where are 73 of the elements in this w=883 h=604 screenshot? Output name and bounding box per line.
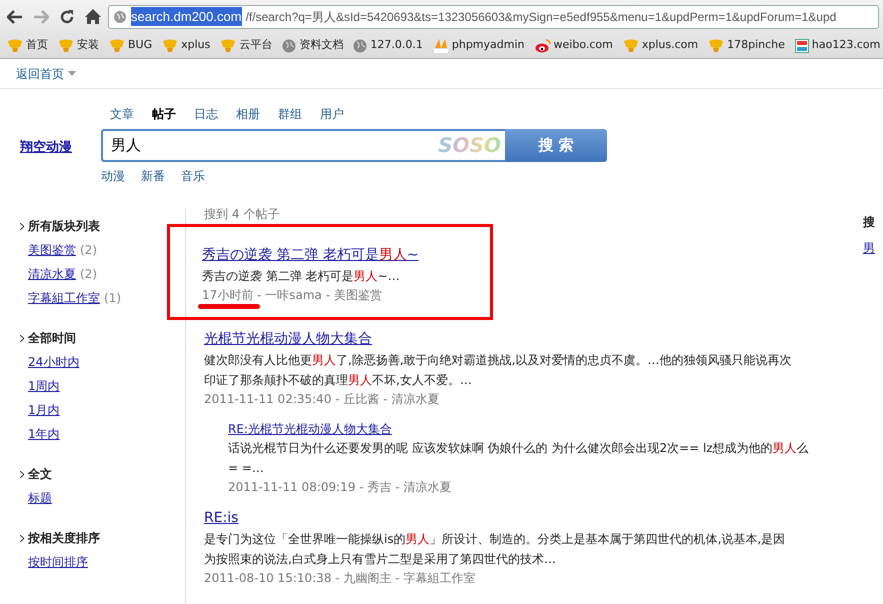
search-tab[interactable]: 用户 (311, 105, 353, 123)
result-snippet: 秀吉の逆袭 第二弹 老朽可是男人~… (202, 268, 401, 285)
bookmark[interactable]: 资料文档 (279, 36, 346, 55)
filter-heading: 所有版块列表 (20, 217, 185, 235)
bookmark[interactable]: hao123.com (792, 36, 883, 55)
chevron-icon (20, 470, 24, 478)
search-tab[interactable]: 帖子 (143, 105, 185, 123)
result-meta: 2011-11-11 02:35:40 - 丘比酱 - 清凉水夏 (204, 391, 440, 408)
item-count: (2) (80, 266, 97, 283)
hat-icon (220, 38, 236, 52)
caret-icon (68, 71, 76, 76)
hat-icon (7, 38, 23, 52)
bookmark[interactable]: 178pinche (705, 36, 788, 55)
globe-icon (353, 38, 368, 52)
site-link[interactable]: 翔空动漫 (20, 140, 72, 155)
item-count: (1) (104, 290, 121, 307)
filter-link[interactable]: 标题 (28, 489, 52, 507)
square-icon (794, 38, 809, 52)
result-snippet: 是专门为这位「全世界唯一能操纵is的男人」所设计、制造的。分类上是基本属于第四世代的机体,说基本,是因为按照束的说法,白式身上只有雪片二型是采用了第四世代的技术… (204, 531, 786, 568)
filter-link[interactable]: 美图鉴赏 (28, 241, 76, 259)
globe-icon (282, 38, 296, 52)
hat-icon (622, 38, 639, 52)
bookmark[interactable]: xplus.com (620, 36, 702, 55)
chevron-icon (20, 222, 24, 230)
search-tab[interactable]: 日志 (185, 105, 227, 123)
bookmark[interactable]: 云平台 (217, 36, 276, 55)
result-meta: 2011-11-11 08:09:19 - 秀吉 - 清凉水夏 (228, 479, 452, 496)
filter-link[interactable]: 字幕組工作室 (28, 289, 100, 307)
result-snippet: 话说光棍节日为什么还要发男的呢 应该发软妹啊 伪娘什么的 为什么健次郎会出现2次== lz想成为他的男人么= =… (228, 440, 810, 477)
filter-link[interactable]: 按时间排序 (28, 553, 88, 571)
address-field[interactable]: search.dm200.com /f/search?q=男人&sId=5420693&ts=1323056603&mySign=e5edf955&menu=1&updPerm=1&updForum=1&upd (108, 4, 879, 28)
hat-icon (58, 38, 74, 52)
bookmark[interactable]: weibo.com (532, 36, 616, 55)
result-meta: 2011-08-10 15:10:38 - 九幽阁主 - 字幕組工作室 (204, 570, 476, 587)
result-title[interactable]: RE:光棍节光棍动漫人物大集合 (228, 422, 392, 436)
globe-icon (113, 10, 127, 24)
hat-icon (162, 38, 178, 52)
chevron-icon (20, 334, 24, 342)
search-button[interactable]: 搜 索 (505, 129, 607, 162)
hat-icon (708, 38, 724, 52)
search-tab[interactable]: 相册 (227, 105, 269, 123)
eye-icon (534, 38, 551, 52)
bookmark[interactable]: 127.0.0.1 (350, 36, 426, 55)
filter-heading: 全部时间 (20, 329, 185, 347)
filter-link[interactable]: 清凉水夏 (28, 265, 76, 283)
result-count: 搜到 4 个帖子 (204, 206, 280, 223)
search-tab[interactable]: 群组 (269, 105, 311, 123)
bookmark[interactable]: 首页 (4, 36, 51, 55)
search-tab[interactable]: 文章 (101, 105, 143, 123)
result-meta: 17小时前 - 一咔sama - 美图鉴赏 (202, 287, 383, 304)
panel-heading: 搜 (863, 214, 876, 231)
result-snippet: 健次郎没有人比他更男人了,除恶扬善,敢于向绝对霸道挑战,以及对爱情的忠贞不虞。…他的独领风骚只能说再次印证了那条颠扑不破的真理男人不坏,女人不爱。… (204, 352, 792, 389)
filter-heading: 全文 (20, 465, 185, 483)
filter-heading: 按相关度排序 (20, 529, 185, 547)
bookmark[interactable]: 安装 (55, 36, 102, 55)
chevron-icon (20, 534, 24, 542)
filter-link[interactable]: 1月内 (28, 401, 60, 419)
hat-icon (109, 38, 125, 52)
back-home-link[interactable]: 返回首页 (16, 64, 76, 82)
bookmark[interactable]: BUG (106, 36, 156, 55)
item-count: (2) (80, 242, 97, 259)
category-link[interactable]: 动漫 (101, 167, 125, 185)
bookmark[interactable]: phpmyadmin (430, 36, 528, 55)
filter-link[interactable]: 24小时内 (28, 353, 80, 371)
filter-link[interactable]: 1周内 (28, 377, 60, 395)
filter-link[interactable]: 1年内 (28, 425, 60, 443)
category-link[interactable]: 新番 (141, 167, 165, 185)
annotation-underline (198, 304, 260, 309)
sails-icon (432, 38, 449, 52)
related-link[interactable]: 男 (863, 239, 883, 257)
result-title[interactable]: RE:is (204, 510, 238, 526)
bookmark[interactable]: xplus (159, 36, 214, 55)
category-link[interactable]: 音乐 (181, 167, 205, 185)
